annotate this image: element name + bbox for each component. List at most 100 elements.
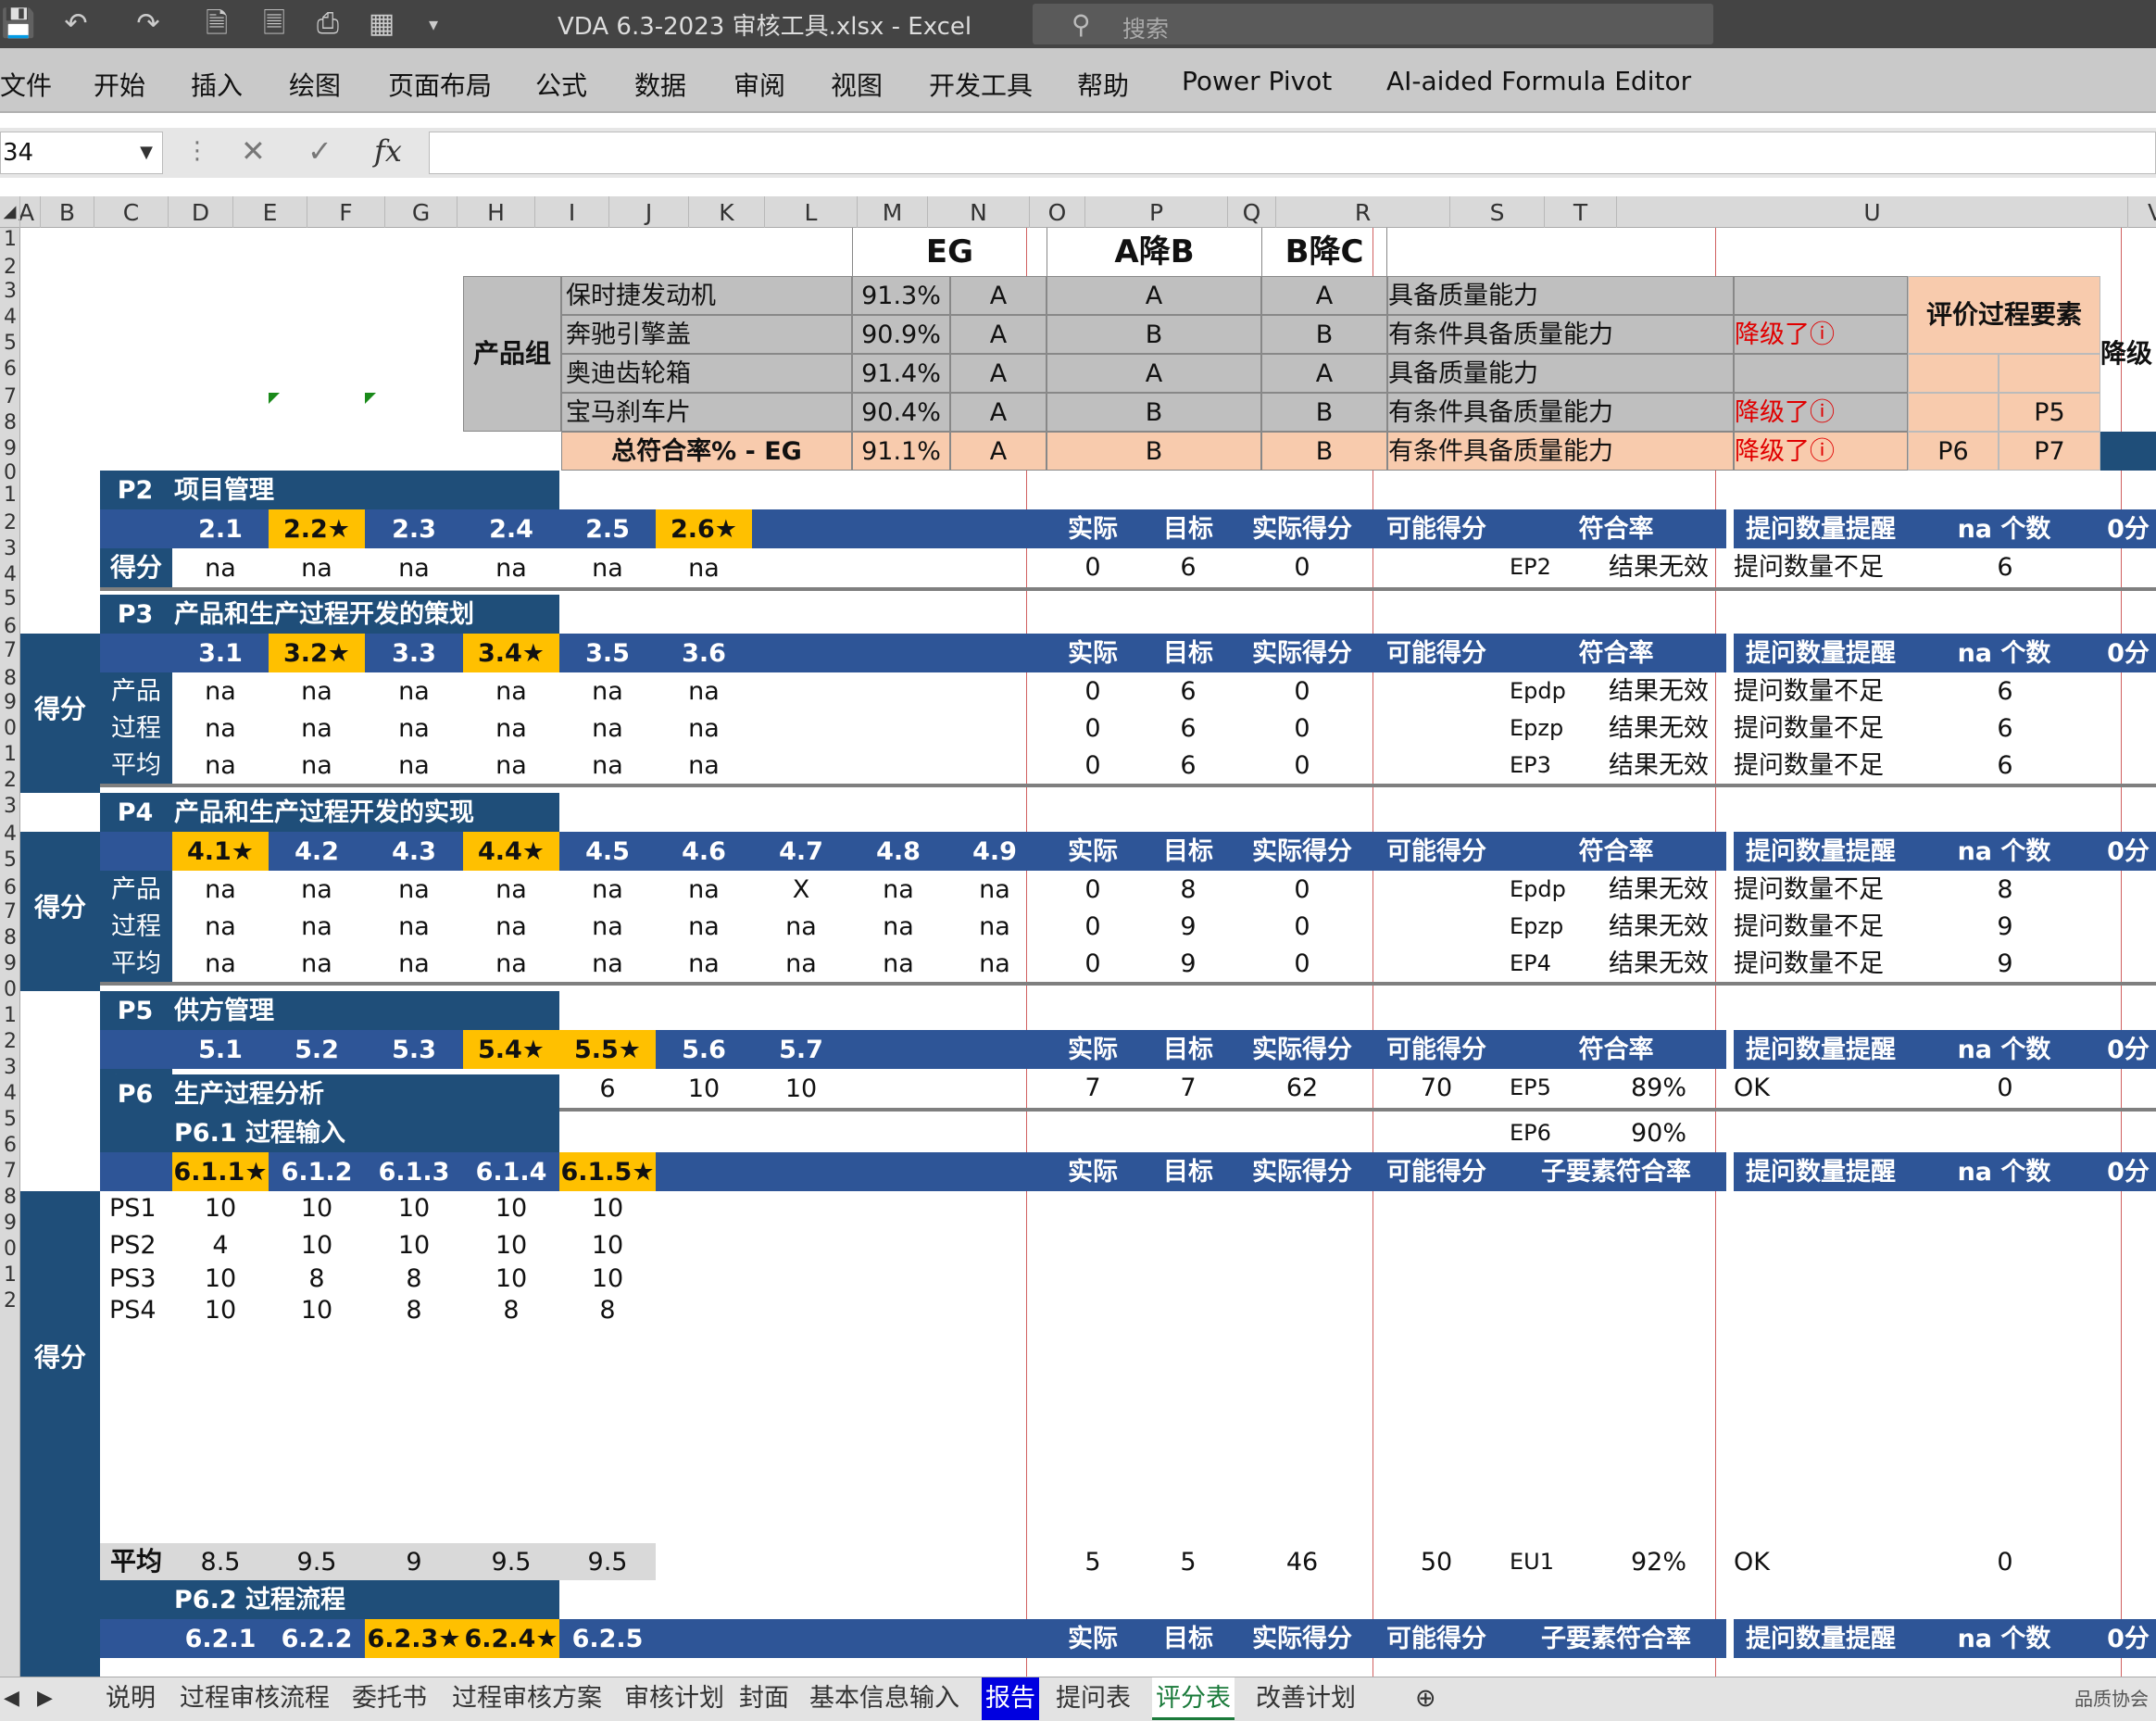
item-header[interactable]: 2.4 [463,509,559,548]
column-header-n[interactable]: N [928,196,1030,228]
stat-ep-code[interactable]: Epdp [1510,672,1584,710]
freeze-panes-icon[interactable]: ▦ [363,7,400,41]
column-header-c[interactable]: C [94,196,169,228]
stat-actual-score[interactable]: 0 [1237,747,1367,784]
row-header[interactable]: 8 [0,1186,19,1209]
ps-label[interactable]: PS4 [100,1293,172,1326]
row-header[interactable]: 6 [0,1134,19,1157]
sheet-tab[interactable]: 说明 [102,1677,159,1720]
stat-reminder[interactable]: 提问数量不足 [1734,908,1908,945]
stat-possible-score[interactable]: 50 [1367,1543,1506,1580]
score-cell[interactable]: na [463,747,559,784]
ps-label[interactable]: PS3 [100,1262,172,1295]
stat-reminder[interactable]: OK [1734,1069,1908,1106]
score-cell[interactable]: 10 [269,1191,365,1225]
print-icon[interactable]: ⎙ [309,7,346,41]
scroll-right-icon[interactable]: ▶ [33,1677,56,1720]
item-header[interactable]: 4.8 [850,832,946,871]
row-header[interactable]: 2 [0,511,19,534]
item-header[interactable]: 2.3 [365,509,463,548]
product-rate[interactable]: 90.4% [852,393,950,432]
total-ab[interactable]: B [1047,432,1261,471]
product-capability[interactable]: 具备质量能力 [1387,354,1734,393]
stat-actual[interactable]: 0 [1047,871,1139,908]
avg-cell[interactable]: 9 [365,1543,463,1580]
score-cell[interactable]: na [463,908,559,945]
stat-conformity[interactable]: 结果无效 [1584,908,1734,945]
product-name[interactable]: 奔驰引擎盖 [561,315,852,354]
score-cell[interactable]: na [752,945,850,982]
ep6-code[interactable]: EP6 [1510,1113,1584,1152]
item-header[interactable]: 3.4★ [463,634,559,672]
downgrade-flag[interactable] [1734,276,1908,315]
sheet-tab[interactable]: 审核计划 [620,1677,728,1720]
stat-possible-score[interactable] [1367,710,1506,747]
stat-ep-code[interactable]: Epzp [1510,908,1584,945]
product-ab[interactable]: B [1047,315,1261,354]
stat-na-count[interactable]: 0 [1945,1069,2065,1106]
tab-file[interactable]: 文件 [0,66,52,103]
column-header-q[interactable]: Q [1228,196,1276,228]
score-cell[interactable]: na [269,672,365,710]
item-header[interactable]: 5.4★ [463,1030,559,1069]
worksheet-grid[interactable]: EG A降B B降C 产品组 保时捷发动机 91.3% A A A 具备质量能力 奔驰引擎盖 90.9… [20,228,2156,1677]
avg-label[interactable]: 平均 [100,1543,172,1580]
item-header[interactable]: 6.2.3★ [365,1619,463,1658]
score-cell[interactable]: 10 [752,1069,850,1108]
item-header[interactable]: 6.1.4 [463,1152,559,1191]
row-header[interactable]: 3 [0,537,19,560]
product-eg[interactable]: A [950,354,1047,393]
stat-actual-score[interactable]: 0 [1237,908,1367,945]
stat-reminder[interactable]: 提问数量不足 [1734,548,1908,585]
tab-formulas[interactable]: 公式 [535,66,587,103]
item-header[interactable]: 4.3 [365,832,463,871]
row-header[interactable]: 2 [0,256,19,279]
row-header[interactable]: 9 [0,952,19,975]
stat-possible-score[interactable] [1367,945,1506,982]
column-header-h[interactable]: H [458,196,535,228]
score-cell[interactable]: 10 [365,1228,463,1262]
stat-reminder[interactable]: 提问数量不足 [1734,871,1908,908]
score-cell[interactable]: 10 [269,1293,365,1326]
score-cell[interactable]: 10 [172,1191,269,1225]
score-cell[interactable]: na [656,710,752,747]
item-header[interactable]: 6.2.4★ [463,1619,559,1658]
product-bc[interactable]: B [1261,393,1387,432]
stat-na-count[interactable]: 9 [1945,908,2065,945]
score-cell[interactable]: na [559,548,656,587]
stat-na-count[interactable]: 0 [1945,1543,2065,1580]
name-box[interactable]: 34 ▼ [0,132,163,174]
formula-input[interactable] [429,132,2156,174]
sheet-tab[interactable]: 过程审核方案 [448,1677,606,1720]
row-header[interactable]: 9 [0,437,19,460]
column-header-r[interactable]: R [1276,196,1450,228]
score-cell[interactable]: na [365,908,463,945]
row-header[interactable]: 8 [0,667,19,690]
row-header[interactable]: 6 [0,358,19,381]
row-header[interactable]: 4 [0,306,19,329]
stat-na-count[interactable]: 8 [1945,871,2065,908]
search-box[interactable]: ⚲ 搜索 [1033,4,1713,44]
stat-possible-score[interactable] [1367,548,1506,585]
stat-possible-score[interactable] [1367,908,1506,945]
row-header[interactable]: 6 [0,876,19,899]
row-header[interactable]: 7 [0,639,19,662]
tab-data[interactable]: 数据 [634,66,686,103]
score-cell[interactable]: na [172,871,269,908]
product-ab[interactable]: A [1047,276,1261,315]
column-header-e[interactable]: E [233,196,307,228]
print-preview-icon[interactable]: 🗏 [256,7,293,41]
row-header[interactable]: 4 [0,823,19,846]
item-header[interactable]: 5.6 [656,1030,752,1069]
score-cell[interactable]: na [172,548,269,587]
stat-target[interactable]: 6 [1139,548,1237,585]
product-ab[interactable]: A [1047,354,1261,393]
sheet-tab[interactable]: 报告 [982,1677,1039,1720]
stat-actual-score[interactable]: 0 [1237,710,1367,747]
score-cell[interactable]: na [463,548,559,587]
row-header[interactable]: 0 [0,1237,19,1261]
score-cell[interactable]: na [172,908,269,945]
column-header-m[interactable]: M [858,196,928,228]
score-cell[interactable]: na [656,672,752,710]
enter-icon[interactable]: ✓ [307,133,332,169]
